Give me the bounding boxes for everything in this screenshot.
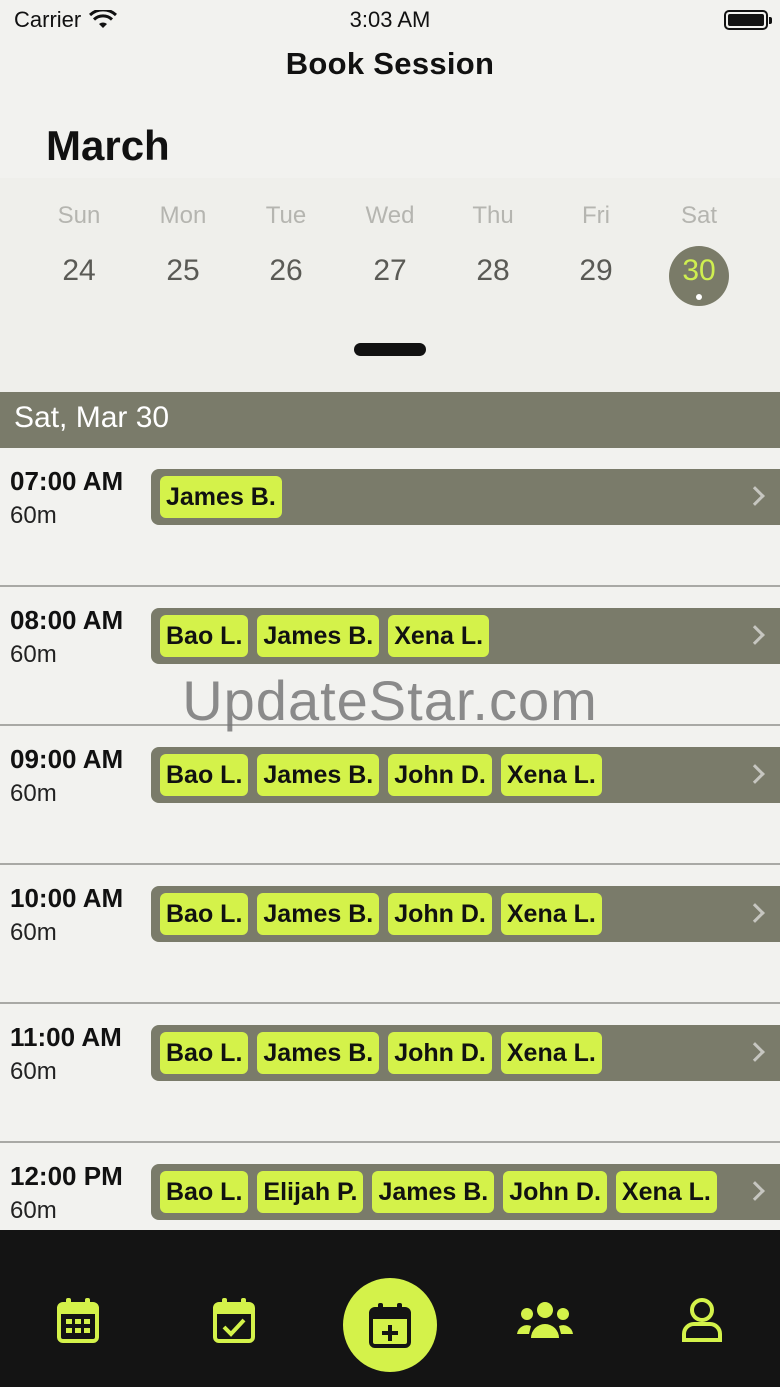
attendee-chip: Xena L. [615,1171,717,1213]
date-header: Sat, Mar 30 [0,392,780,448]
slot-time: 11:00 AM [10,1022,122,1052]
slot-list[interactable]: 07:00 AM 60m James B. 08:00 AM 60m Bao L… [0,448,780,1230]
user-icon [682,1298,722,1342]
slot-time: 12:00 PM [10,1161,123,1191]
page-title: Book Session [285,46,495,81]
status-time: 3:03 AM [349,7,431,32]
battery-icon [724,10,772,30]
slot-row: 12:00 PM 60m Bao L. Elijah P. James B. J… [0,1143,780,1230]
slot-row: 11:00 AM 60m Bao L. James B. John D. Xen… [0,1004,780,1143]
attendee-chip: Bao L. [160,893,249,935]
day-name: Tue [265,202,307,229]
chevron-right-icon [745,903,765,923]
month-label: March [46,122,170,169]
day-name: Fri [582,202,610,229]
slot-time: 08:00 AM [10,605,124,635]
attendee-chip: Xena L. [500,893,602,935]
event-dot [696,294,702,300]
attendee-chip: James B. [160,476,282,518]
slot-duration: 60m [10,1058,57,1085]
slot-duration: 60m [10,502,57,529]
chevron-right-icon [745,486,765,506]
day-name: Wed [365,202,415,229]
day-number: 25 [166,254,200,287]
attendee-chip: John D. [388,1032,492,1074]
week-strip: Sun 24 Mon 25 Tue 26 Wed 27 Thu 28 Fri 2… [0,178,780,392]
attendee-chip: Xena L. [500,754,602,796]
slot-time: 09:00 AM [10,744,124,774]
drag-handle[interactable] [354,343,426,356]
calendar-icon [57,1298,99,1343]
chevron-right-icon [745,764,765,784]
users-icon [517,1302,573,1338]
slot-book-button[interactable]: James B. [151,469,780,525]
slot-book-button[interactable]: Bao L. James B. John D. Xena L. [151,886,780,942]
tab-book-session[interactable] [343,1278,437,1372]
attendee-chip: Elijah P. [257,1171,364,1213]
attendee-chip: James B. [257,1032,380,1074]
tab-profile[interactable] [672,1290,732,1350]
calendar-plus-icon [369,1303,411,1348]
chevron-right-icon [745,625,765,645]
slot-row: 09:00 AM 60m Bao L. James B. John D. Xen… [0,726,780,865]
chevron-right-icon [745,1181,765,1201]
tab-calendar[interactable] [48,1290,108,1350]
attendee-chip: Xena L. [500,1032,602,1074]
attendee-chip: Xena L. [388,615,490,657]
day-number: 26 [269,254,303,287]
slot-row: 07:00 AM 60m James B. [0,448,780,587]
day-name: Sat [680,202,718,229]
slot-book-button[interactable]: Bao L. James B. Xena L. [151,608,780,664]
tab-members[interactable] [515,1290,575,1350]
slot-book-button[interactable]: Bao L. James B. John D. Xena L. [151,747,780,803]
tab-my-sessions[interactable] [204,1290,264,1350]
slot-time: 07:00 AM [10,466,124,496]
slot-row: 10:00 AM 60m Bao L. James B. John D. Xen… [0,865,780,1004]
attendee-chip: John D. [503,1171,607,1213]
chevron-right-icon [745,1042,765,1062]
status-bar: Carrier 3:03 AM [0,0,780,40]
slot-duration: 60m [10,919,57,946]
attendee-chip: Bao L. [160,754,249,796]
attendee-chip: James B. [257,615,380,657]
attendee-chip: John D. [388,754,492,796]
day-number: 27 [373,254,407,287]
attendee-chip: James B. [257,754,380,796]
slot-time: 10:00 AM [10,883,124,913]
attendee-chip: James B. [257,893,380,935]
slot-duration: 60m [10,1197,57,1224]
slot-duration: 60m [10,780,57,807]
day-number: 30 [682,254,716,287]
slot-book-button[interactable]: Bao L. James B. John D. Xena L. [151,1025,780,1081]
day-number: 24 [62,254,96,287]
day-name: Mon [159,202,207,229]
attendee-chip: John D. [388,893,492,935]
day-number: 29 [579,254,613,287]
attendee-chip: Bao L. [160,1032,249,1074]
day-name: Sun [57,202,101,229]
attendee-chip: Bao L. [160,615,249,657]
slot-row: 08:00 AM 60m Bao L. James B. Xena L. [0,587,780,726]
slot-book-button[interactable]: Bao L. Elijah P. James B. John D. Xena L… [151,1164,780,1220]
slot-duration: 60m [10,641,57,668]
attendee-chip: James B. [372,1171,495,1213]
calendar-check-icon [213,1298,255,1343]
day-number: 28 [476,254,510,287]
tab-bar [0,1230,780,1387]
attendee-chip: Bao L. [160,1171,249,1213]
day-name: Thu [472,202,514,229]
